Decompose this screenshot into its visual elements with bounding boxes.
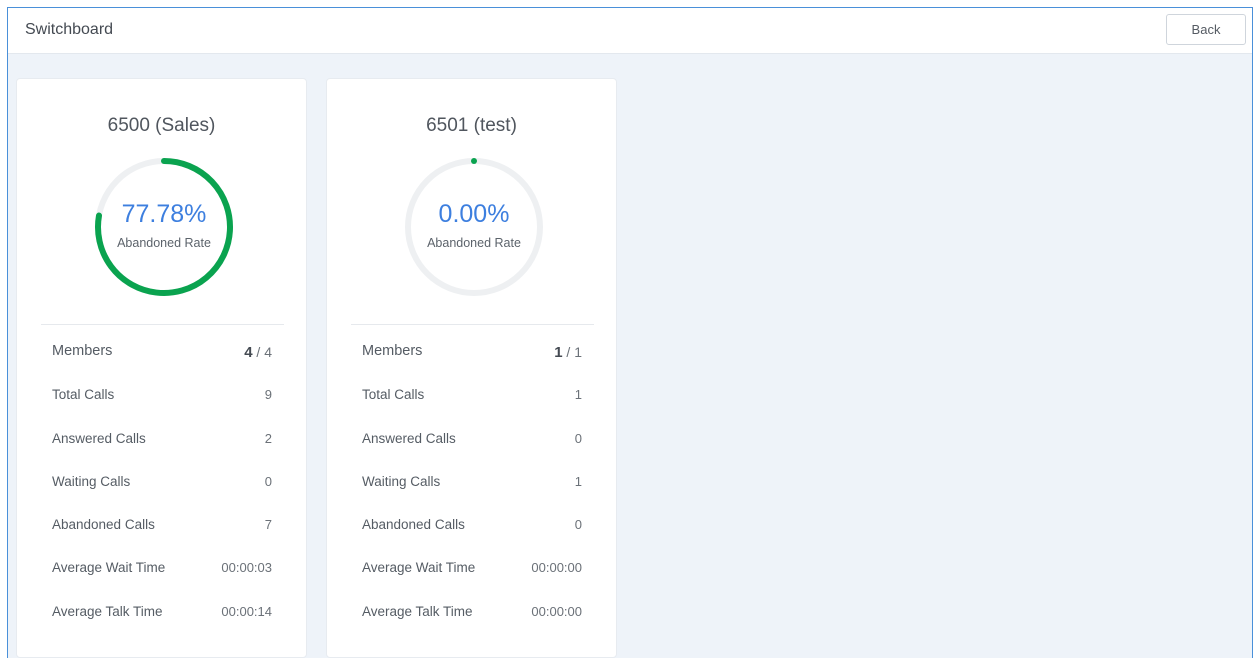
stat-row-waiting-calls: Waiting Calls 1 (362, 471, 582, 514)
members-count: 1 / 1 (554, 344, 582, 361)
members-total: / 1 (566, 344, 582, 360)
stat-value: 00:00:03 (221, 560, 272, 576)
back-button[interactable]: Back (1166, 14, 1246, 45)
app-window: Switchboard Back 6500 (Sales) 77.78% Aba… (7, 7, 1253, 658)
divider (351, 324, 594, 325)
stat-label: Waiting Calls (52, 473, 131, 489)
stat-value: 0 (574, 517, 582, 533)
queue-stats: Members 4 / 4 Total Calls 9 Answered Cal… (52, 341, 272, 644)
stat-label: Answered Calls (52, 430, 146, 446)
stat-value: 00:00:00 (531, 560, 582, 576)
abandoned-rate-gauge: 77.78% Abandoned Rate (94, 157, 234, 297)
stat-label: Answered Calls (362, 430, 456, 446)
stat-value: 0 (264, 473, 272, 489)
abandoned-rate-value: 77.78% (121, 200, 207, 228)
abandoned-rate-value: 0.00% (438, 200, 510, 228)
queue-card: 6501 (test) 0.00% Abandoned Rate Members… (326, 78, 617, 658)
page-header: Switchboard Back (8, 8, 1252, 54)
stat-label: Total Calls (362, 387, 425, 403)
stat-value: 1 (574, 473, 582, 489)
stat-label: Average Wait Time (362, 560, 476, 576)
stat-label: Abandoned Calls (362, 517, 465, 533)
stat-label: Members (362, 343, 423, 359)
stat-row-average-wait-time: Average Wait Time 00:00:03 (52, 557, 272, 600)
stat-row-total-calls: Total Calls 9 (52, 384, 272, 427)
abandoned-rate-label: Abandoned Rate (117, 236, 211, 250)
stat-value: 7 (264, 517, 272, 533)
stat-row-average-talk-time: Average Talk Time 00:00:14 (52, 601, 272, 644)
stat-row-average-talk-time: Average Talk Time 00:00:00 (362, 601, 582, 644)
stat-value: 00:00:14 (221, 603, 272, 619)
stat-row-abandoned-calls: Abandoned Calls 0 (362, 514, 582, 557)
stat-row-average-wait-time: Average Wait Time 00:00:00 (362, 557, 582, 600)
members-online: 4 (244, 344, 253, 361)
abandoned-rate-label: Abandoned Rate (427, 236, 521, 250)
abandoned-rate-gauge: 0.00% Abandoned Rate (404, 157, 544, 297)
stat-label: Average Talk Time (52, 603, 163, 619)
stat-row-abandoned-calls: Abandoned Calls 7 (52, 514, 272, 557)
stat-label: Waiting Calls (362, 473, 441, 489)
queue-title: 6501 (test) (426, 115, 517, 136)
stat-value: 1 (574, 387, 582, 403)
stat-value: 2 (264, 430, 272, 446)
queue-card: 6500 (Sales) 77.78% Abandoned Rate Membe… (16, 78, 307, 658)
stat-row-answered-calls: Answered Calls 0 (362, 428, 582, 471)
queue-stats: Members 1 / 1 Total Calls 1 Answered Cal… (362, 341, 582, 644)
stat-row-members: Members 1 / 1 (362, 341, 582, 384)
stat-row-waiting-calls: Waiting Calls 0 (52, 471, 272, 514)
stat-value: 9 (264, 387, 272, 403)
page-title: Switchboard (25, 21, 114, 38)
stat-label: Average Wait Time (52, 560, 166, 576)
stat-label: Members (52, 343, 113, 359)
stat-value: 0 (574, 430, 582, 446)
members-online: 1 (554, 344, 563, 361)
divider (41, 324, 284, 325)
stat-label: Average Talk Time (362, 603, 473, 619)
members-total: / 4 (256, 344, 272, 360)
stat-label: Abandoned Calls (52, 517, 155, 533)
stat-row-answered-calls: Answered Calls 2 (52, 428, 272, 471)
stat-row-total-calls: Total Calls 1 (362, 384, 582, 427)
stat-label: Total Calls (52, 387, 115, 403)
members-count: 4 / 4 (244, 344, 272, 361)
queue-title: 6500 (Sales) (107, 115, 216, 136)
stat-row-members: Members 4 / 4 (52, 341, 272, 384)
stat-value: 00:00:00 (531, 603, 582, 619)
